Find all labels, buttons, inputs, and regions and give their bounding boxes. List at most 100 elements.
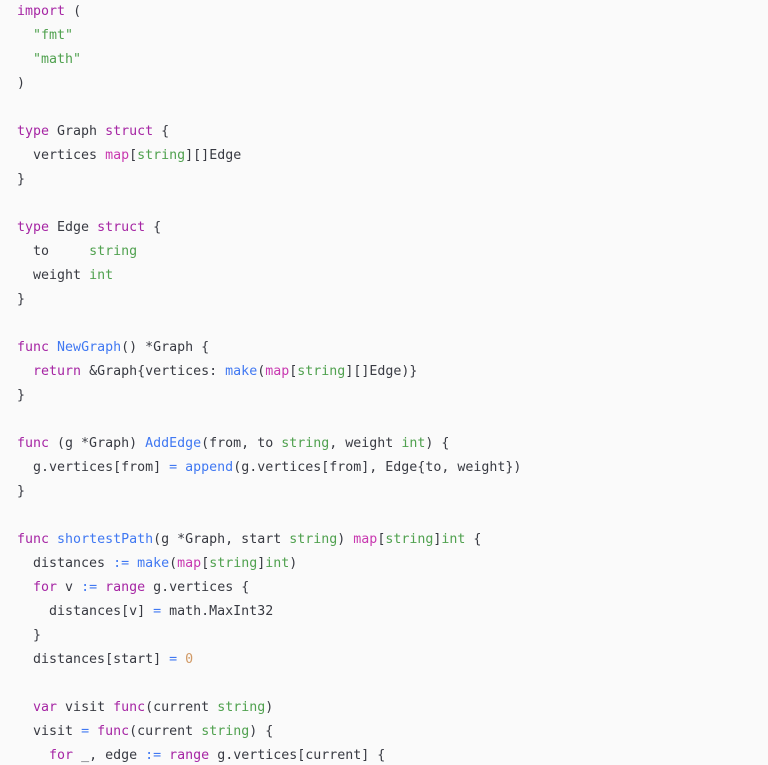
code-token-kw: range [169,748,210,763]
code-line[interactable]: vertices map[string][]Edge [17,144,768,168]
code-token-kw: func [97,724,130,739]
code-token-type: string [89,244,138,259]
code-token-type: int [89,268,114,283]
code-token-op: := [145,748,162,763]
code-token-plain: distances[start] [33,652,170,667]
code-token-punct: ) [265,700,274,715]
code-token-plain: v [57,580,82,595]
code-line[interactable] [17,504,768,528]
code-token-punct: ) [289,556,298,571]
code-token-type: int [441,532,466,547]
code-token-punct: { [153,124,170,139]
code-token-plain: Graph [49,124,106,139]
code-token-punct: } [17,172,26,187]
code-token-kw: func [17,340,50,355]
code-line[interactable] [17,312,768,336]
code-token-str: "math" [33,52,82,67]
code-token-plain: g.vertices[from] [33,460,170,475]
code-line[interactable]: distances[v] = math.MaxInt32 [17,600,768,624]
code-line[interactable]: } [17,624,768,648]
code-editor-viewport[interactable]: import ( "fmt" "math") type Graph struct… [0,0,768,765]
code-token-type: int [401,436,426,451]
code-line[interactable]: var visit func(current string) [17,696,768,720]
code-token-kw: func [113,700,146,715]
code-line[interactable]: visit = func(current string) { [17,720,768,744]
code-token-map: map [177,556,202,571]
code-line[interactable] [17,96,768,120]
code-line[interactable] [17,672,768,696]
code-line[interactable]: func shortestPath(g *Graph, start string… [17,528,768,552]
code-token-kw: func [17,532,50,547]
code-line[interactable]: type Graph struct { [17,120,768,144]
code-line[interactable]: "fmt" [17,24,768,48]
code-token-plain: math.MaxInt32 [161,604,274,619]
code-token-op: := [113,556,130,571]
code-token-kw: var [33,700,58,715]
code-line[interactable]: return &Graph{vertices: make(map[string]… [17,360,768,384]
code-token-plain: distances[v] [49,604,154,619]
code-line[interactable] [17,408,768,432]
code-token-kw: type [17,220,50,235]
code-line[interactable]: } [17,384,768,408]
code-line[interactable]: distances[start] = 0 [17,648,768,672]
code-line[interactable]: g.vertices[from] = append(g.vertices[fro… [17,456,768,480]
code-token-plain: weight [33,268,90,283]
code-token-kw: return [33,364,82,379]
code-line[interactable]: } [17,288,768,312]
code-token-plain: distances [33,556,114,571]
code-token-fn: AddEdge [145,436,202,451]
code-token-punct: () *Graph { [121,340,210,355]
code-line[interactable]: to string [17,240,768,264]
code-line[interactable]: weight int [17,264,768,288]
code-token-kw: type [17,124,50,139]
code-token-fn: NewGraph [57,340,122,355]
code-token-punct: ) { [249,724,274,739]
code-token-plain: visit [33,724,82,739]
code-token-map: map [265,364,290,379]
code-line[interactable]: ) [17,72,768,96]
code-line[interactable]: for _, edge := range g.vertices[current]… [17,744,768,765]
code-token-op: := [81,580,98,595]
code-token-kw: struct [97,220,146,235]
code-token-punct: } [17,292,26,307]
code-token-punct: ][]Edge [185,148,242,163]
code-line[interactable]: func NewGraph() *Graph { [17,336,768,360]
code-token-type: string [209,556,258,571]
code-token-plain: visit [57,700,114,715]
code-token-type: string [385,532,434,547]
code-line[interactable]: } [17,168,768,192]
code-line[interactable]: type Edge struct { [17,216,768,240]
code-token-type: string [297,364,346,379]
code-line[interactable]: distances := make(map[string]int) [17,552,768,576]
code-token-str: "fmt" [33,28,74,43]
code-line[interactable] [17,192,768,216]
code-token-punct: ][]Edge)} [345,364,418,379]
code-token-plain: Edge [49,220,98,235]
code-token-punct: [ [201,556,210,571]
code-line[interactable]: import ( [17,0,768,24]
code-token-plain: , weight [329,436,402,451]
code-line[interactable]: "math" [17,48,768,72]
code-line[interactable]: for v := range g.vertices { [17,576,768,600]
code-line[interactable]: func (g *Graph) AddEdge(from, to string,… [17,432,768,456]
code-token-plain: &Graph{vertices: [81,364,226,379]
code-line[interactable]: } [17,480,768,504]
code-token-fn: make [137,556,170,571]
code-token-op: = [169,652,178,667]
